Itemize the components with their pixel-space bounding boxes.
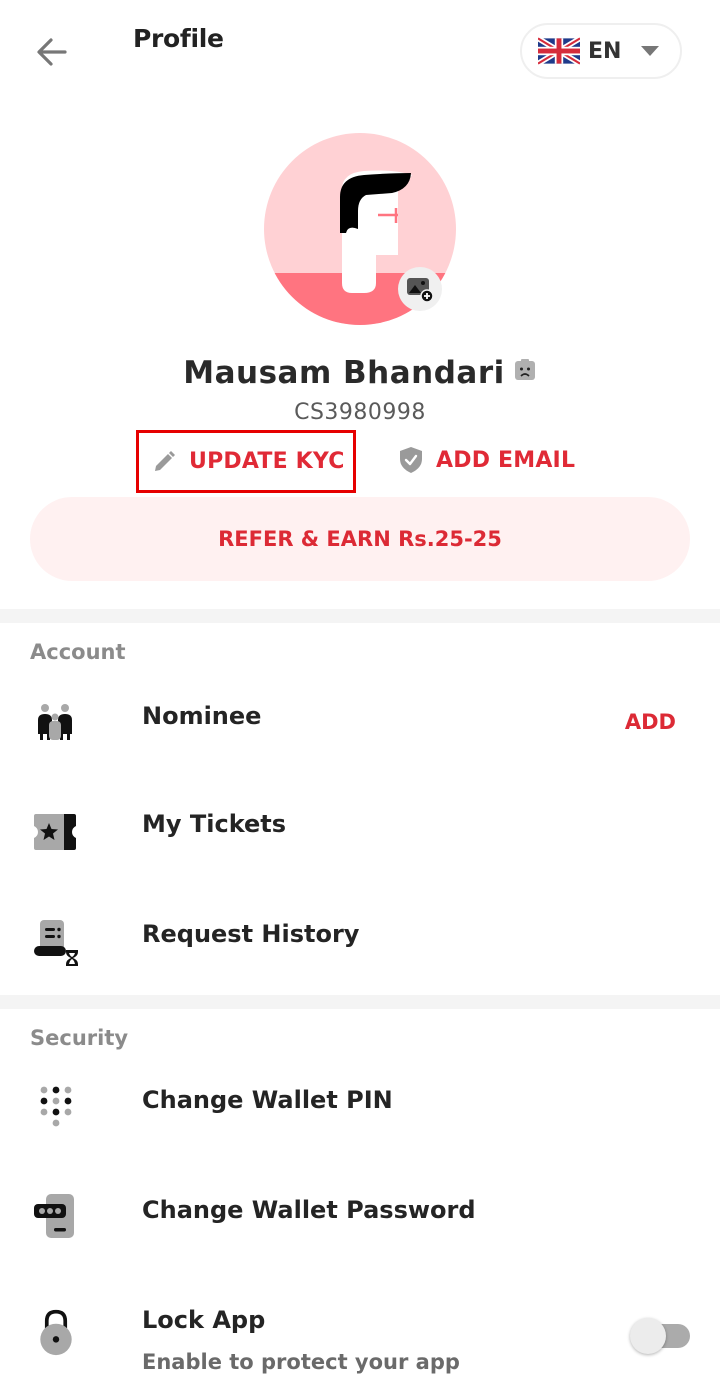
pencil-icon bbox=[155, 450, 175, 471]
update-kyc-label: UPDATE KYC bbox=[189, 449, 345, 474]
lock-app-label: Lock App bbox=[142, 1306, 266, 1334]
sad-face-icon bbox=[513, 354, 537, 390]
list-item-my-tickets[interactable]: My Tickets bbox=[0, 780, 720, 880]
lock-app-toggle[interactable] bbox=[630, 1316, 692, 1356]
language-code: EN bbox=[588, 38, 622, 64]
my-tickets-label: My Tickets bbox=[142, 810, 287, 838]
shield-check-icon bbox=[400, 447, 422, 473]
change-wallet-password-label: Change Wallet Password bbox=[142, 1196, 476, 1224]
uk-flag-icon bbox=[538, 37, 580, 65]
back-button[interactable] bbox=[32, 32, 72, 72]
change-wallet-pin-label: Change Wallet PIN bbox=[142, 1086, 393, 1114]
user-name-text: Mausam Bhandari bbox=[183, 355, 505, 391]
nominee-label: Nominee bbox=[142, 702, 262, 730]
add-email-label: ADD EMAIL bbox=[436, 447, 576, 473]
add-nominee-link[interactable]: ADD bbox=[625, 710, 676, 734]
password-icon bbox=[34, 1194, 74, 1238]
section-divider bbox=[0, 609, 720, 623]
update-kyc-button[interactable]: UPDATE KYC bbox=[136, 430, 356, 493]
list-item-change-wallet-pin[interactable]: Change Wallet PIN bbox=[0, 1058, 720, 1158]
section-label-security: Security bbox=[30, 1026, 129, 1050]
section-divider bbox=[0, 995, 720, 1009]
user-id: CS3980998 bbox=[294, 400, 426, 425]
list-item-change-wallet-password[interactable]: Change Wallet Password bbox=[0, 1168, 720, 1268]
request-history-label: Request History bbox=[142, 920, 360, 948]
lock-app-description: Enable to protect your app bbox=[142, 1350, 460, 1374]
list-item-request-history[interactable]: Request History bbox=[0, 890, 720, 990]
section-label-account: Account bbox=[30, 640, 126, 664]
refer-earn-button[interactable]: REFER & EARN Rs.25-25 bbox=[30, 497, 690, 581]
keypad-icon bbox=[40, 1086, 72, 1127]
family-icon bbox=[38, 704, 72, 740]
add-email-button[interactable]: ADD EMAIL bbox=[398, 440, 575, 480]
refer-earn-label: REFER & EARN Rs.25-25 bbox=[218, 527, 502, 551]
avatar bbox=[264, 133, 456, 325]
add-photo-icon bbox=[407, 278, 434, 303]
language-selector[interactable]: EN bbox=[520, 23, 682, 79]
change-photo-button[interactable] bbox=[398, 267, 442, 311]
list-item-lock-app: Lock App Enable to protect your app bbox=[0, 1278, 720, 1378]
user-name: Mausam Bhandari bbox=[0, 355, 720, 391]
request-history-icon bbox=[34, 920, 78, 966]
chevron-down-icon bbox=[641, 46, 660, 56]
list-item-nominee[interactable]: Nominee ADD bbox=[0, 670, 720, 770]
ticket-icon bbox=[34, 814, 76, 850]
lock-icon bbox=[40, 1309, 72, 1356]
header: Profile EN bbox=[0, 0, 720, 100]
toggle-knob bbox=[630, 1318, 666, 1354]
page-title: Profile bbox=[133, 24, 224, 53]
arrow-left-icon bbox=[37, 38, 67, 66]
